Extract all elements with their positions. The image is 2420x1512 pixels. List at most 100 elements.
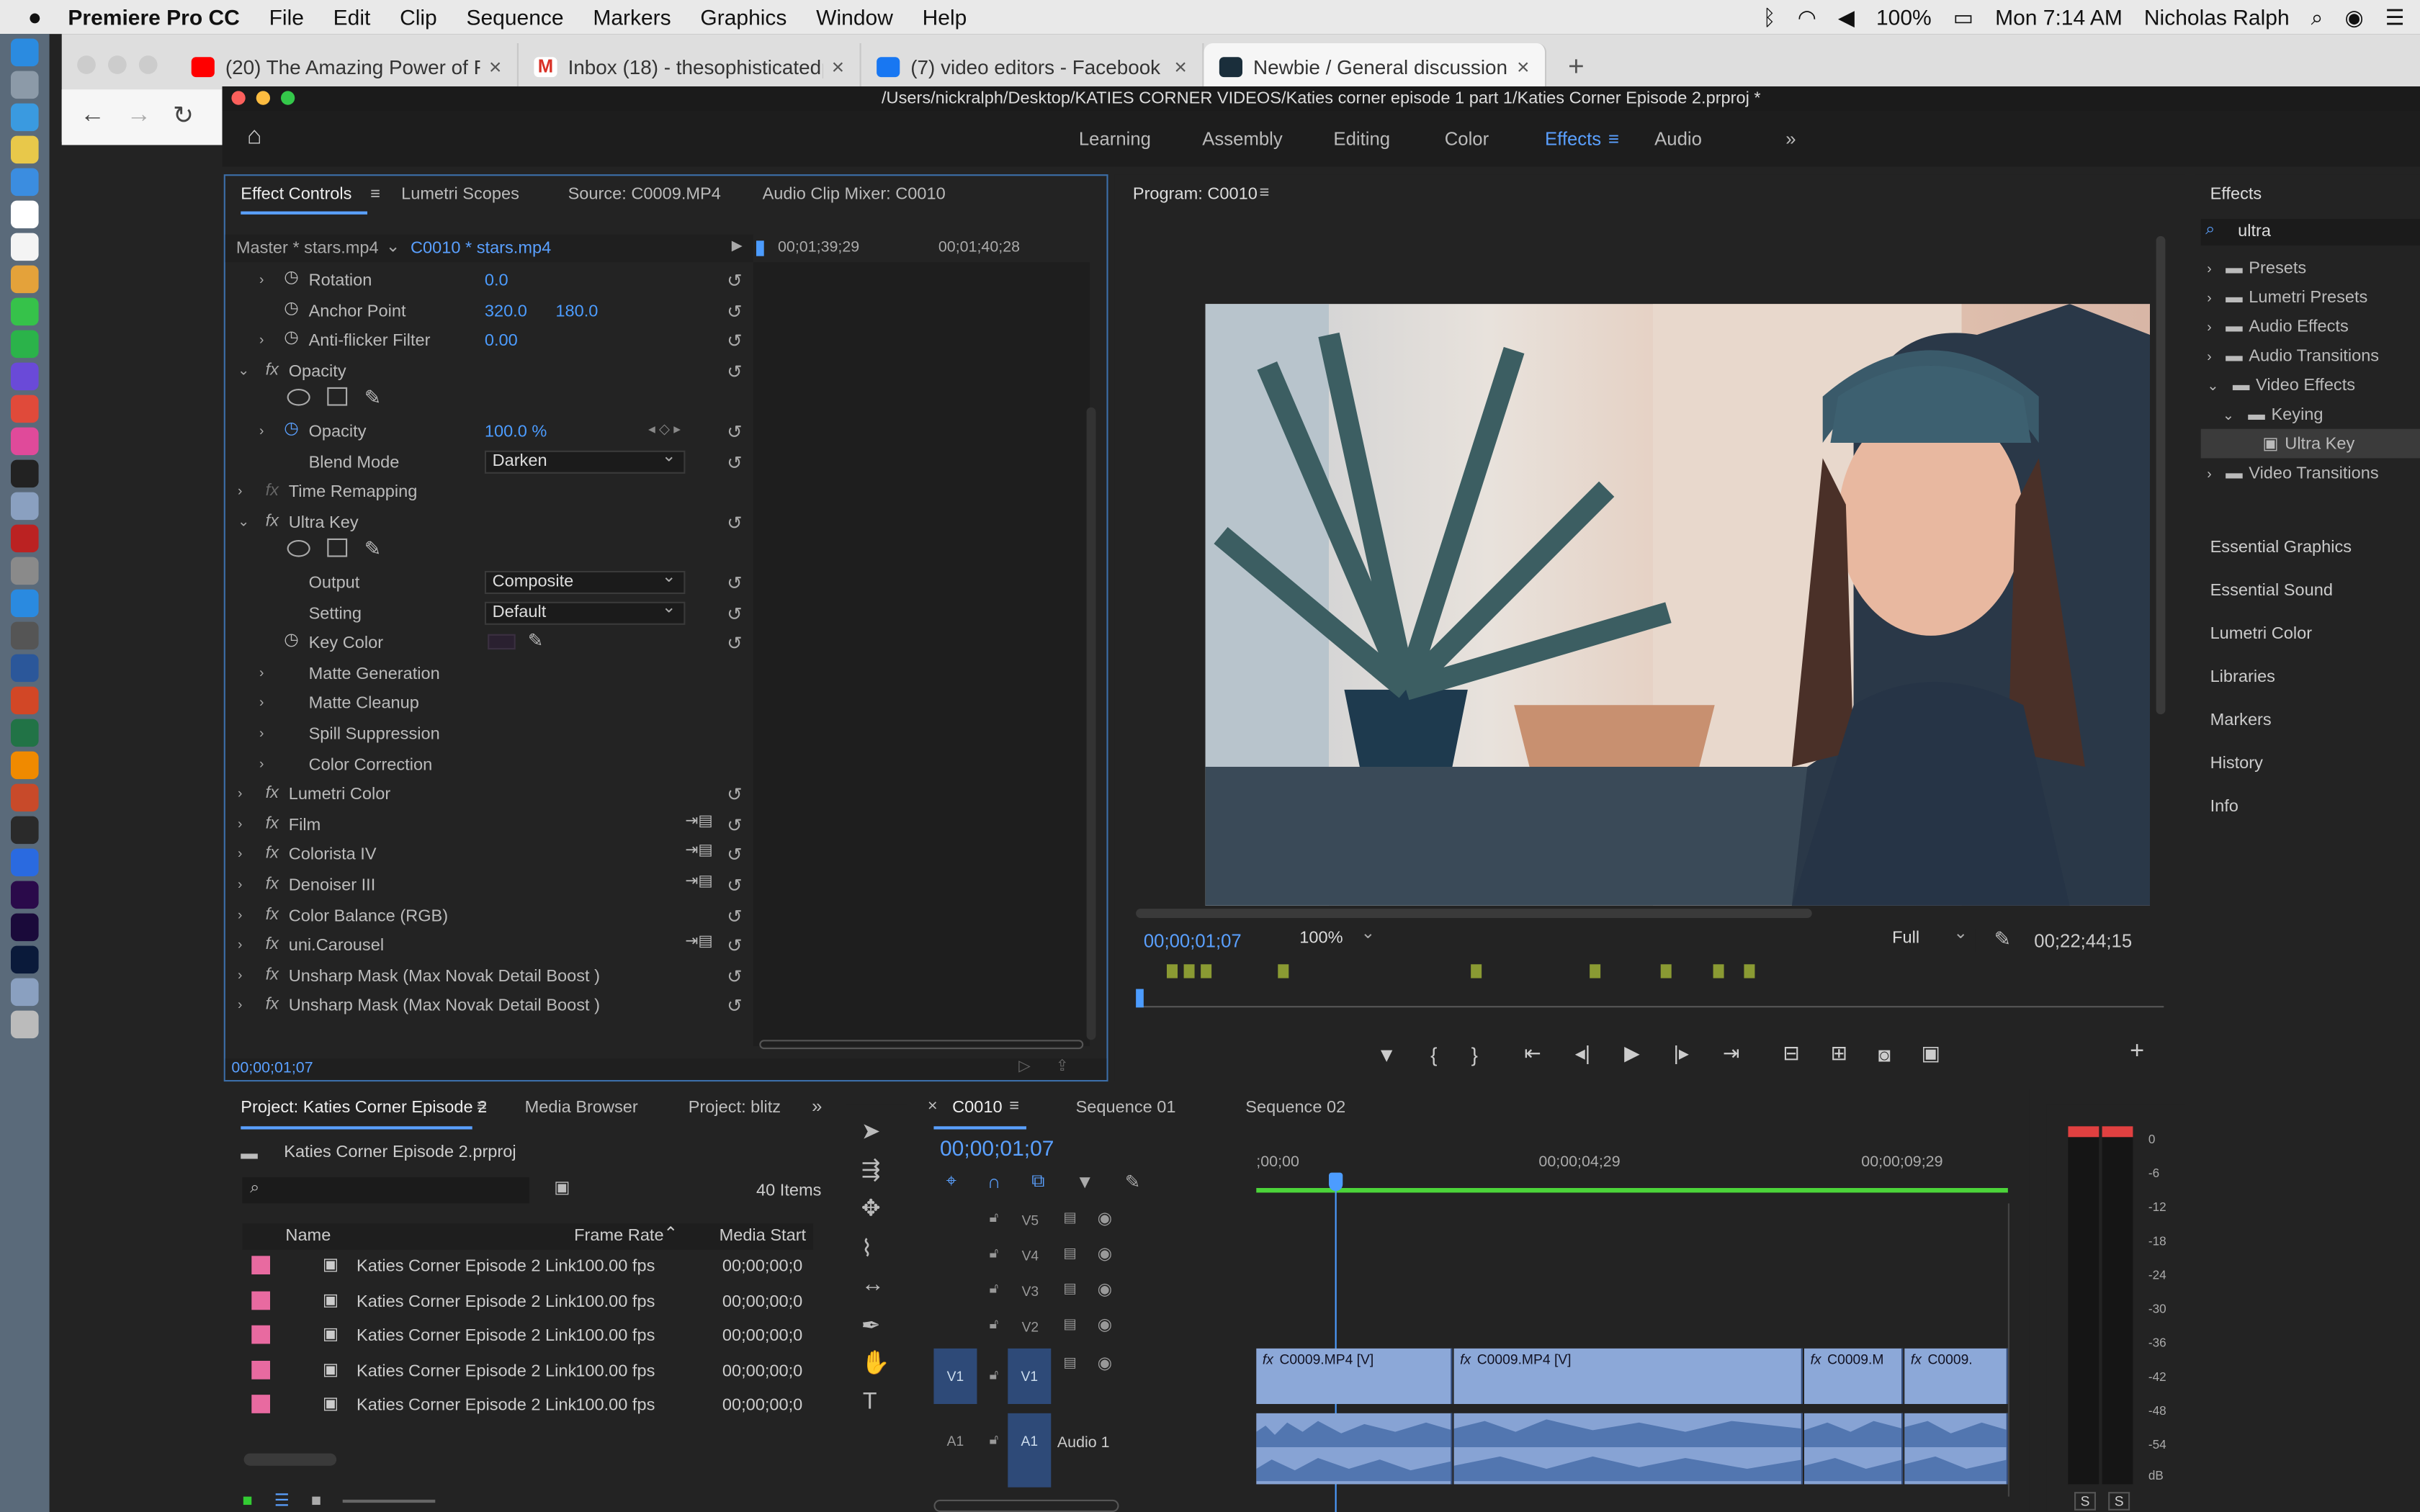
workspace-assembly[interactable]: Assembly	[1202, 128, 1282, 150]
reset-icon[interactable]: ↺	[727, 603, 743, 624]
rotation-value[interactable]: 0.0	[485, 271, 508, 290]
column-frame-rate[interactable]: Frame Rate	[574, 1227, 663, 1246]
effects-search-input[interactable]: ultra	[2238, 222, 2271, 241]
list-view-icon[interactable]: ☰	[274, 1490, 290, 1511]
fx-denoiser-row[interactable]: › fx Denoiser III ⇥▤ ↺	[225, 870, 750, 901]
preview-icon[interactable]	[11, 492, 39, 521]
fx-icon[interactable]: fx	[266, 512, 279, 531]
fx-icon[interactable]: fx	[266, 784, 279, 803]
audio-clip[interactable]	[1256, 1413, 1453, 1485]
fx-icon[interactable]: fx	[266, 845, 279, 863]
panel-history[interactable]: History	[2210, 755, 2263, 773]
ec-zoom-bar[interactable]	[759, 1040, 1084, 1050]
browser-tab[interactable]: (20) The Amazing Power of Fre ×	[176, 43, 519, 90]
setting-dropdown[interactable]: Default	[484, 598, 686, 624]
close-tab-icon[interactable]: ×	[489, 54, 502, 78]
timeline-timecode[interactable]: 00;00;01;07	[940, 1135, 1054, 1160]
bbedit-icon[interactable]	[11, 816, 39, 845]
effects-search[interactable]: ⌕ ultra	[2200, 219, 2420, 246]
menu-clip[interactable]: Clip	[400, 4, 437, 29]
tab-sequence-c0010[interactable]: C0010	[952, 1099, 1002, 1117]
downloads-icon[interactable]	[11, 978, 39, 1007]
handbrake-icon[interactable]	[11, 783, 39, 812]
reset-icon[interactable]: ↺	[727, 875, 743, 896]
add-marker-icon[interactable]: ▼	[1076, 1170, 1094, 1192]
linked-selection-icon[interactable]: ⧉	[1031, 1169, 1044, 1192]
marker[interactable]	[1278, 964, 1289, 978]
launchpad-icon[interactable]	[11, 71, 39, 99]
panel-lumetri-color[interactable]: Lumetri Color	[2210, 625, 2312, 644]
fx-color-balance-row[interactable]: › fx Color Balance (RGB) ↺	[225, 901, 750, 931]
video-clip[interactable]: fx C0009.	[1904, 1348, 2008, 1404]
clip-label[interactable]: C0010 * stars.mp4	[411, 239, 551, 258]
tab-project[interactable]: Project: Katies Corner Episode 2	[241, 1099, 487, 1117]
playhead-marker[interactable]	[756, 240, 764, 256]
lock-icon[interactable]: 🔓︎	[990, 1281, 999, 1298]
premiere-icon[interactable]	[11, 881, 39, 909]
photos-icon[interactable]	[11, 265, 39, 294]
fx-uni-carousel-row[interactable]: › fx uni.Carousel ⇥▤ ↺	[225, 931, 750, 961]
slip-tool-icon[interactable]: ↔	[861, 1272, 884, 1297]
tree-audio-transitions[interactable]: › ▬ Audio Transitions	[2207, 347, 2379, 377]
tab-effect-controls[interactable]: Effect Controls	[241, 185, 351, 204]
solo-left-button[interactable]: S	[2074, 1492, 2097, 1511]
stopwatch-icon[interactable]: ◷	[284, 267, 299, 287]
reset-icon[interactable]: ↺	[727, 935, 743, 957]
chevron-right-icon[interactable]: ›	[2207, 261, 2211, 276]
fx-icon[interactable]: fx	[266, 935, 279, 954]
anti-flicker-value[interactable]: 0.00	[485, 332, 518, 351]
more-workspaces-icon[interactable]: »	[1785, 128, 1796, 150]
close-tab-icon[interactable]: ×	[1174, 54, 1187, 78]
step-forward-icon[interactable]: |▸	[1674, 1041, 1689, 1066]
razor-tool-icon[interactable]: ⌇	[861, 1234, 873, 1261]
export-icon[interactable]: ⇪	[1056, 1058, 1069, 1076]
vlc-icon[interactable]	[11, 751, 39, 780]
play-icon[interactable]: ▶	[1624, 1041, 1639, 1066]
battery-percent[interactable]: 100%	[1876, 4, 1932, 29]
monitor-vscroll[interactable]	[2156, 235, 2166, 715]
reset-icon[interactable]: ↺	[727, 361, 743, 382]
workspace-color[interactable]: Color	[1445, 128, 1489, 150]
clip-indicator-right[interactable]	[2102, 1126, 2133, 1138]
itunes-icon[interactable]	[11, 427, 39, 456]
ripple-edit-tool-icon[interactable]: ✥	[861, 1194, 881, 1222]
icon-view-icon[interactable]: ■	[311, 1491, 321, 1510]
sync-lock-icon[interactable]: ▤	[1063, 1281, 1076, 1298]
chevron-down-icon[interactable]: ⌄	[2207, 378, 2218, 393]
anchor-y-value[interactable]: 180.0	[555, 302, 598, 320]
panel-menu-icon[interactable]: ≡	[370, 185, 380, 204]
expand-icon[interactable]: ›	[259, 755, 264, 770]
expand-icon[interactable]: ›	[259, 332, 264, 347]
pen-mask-icon[interactable]: ✎	[364, 387, 381, 411]
spill-suppression-row[interactable]: › Spill Suppression	[225, 719, 750, 750]
tab-lumetri-scopes[interactable]: Lumetri Scopes	[401, 185, 519, 204]
after-effects-icon[interactable]	[11, 913, 39, 942]
expand-icon[interactable]: ›	[238, 906, 242, 922]
project-row[interactable]: ▣ Katies Corner Episode 2 Link 100.00 fp…	[242, 1354, 813, 1387]
expand-icon[interactable]: ›	[238, 997, 242, 1012]
expand-icon[interactable]: ›	[238, 967, 242, 982]
plugin-settings-icon[interactable]: ⇥▤	[685, 873, 712, 891]
source-patch-a1[interactable]: A1	[933, 1413, 977, 1488]
program-timecode[interactable]: 00;00;01;07	[1144, 930, 1242, 952]
menu-file[interactable]: File	[269, 4, 304, 29]
zoom-dropdown[interactable]: 100%	[1293, 924, 1383, 953]
extract-icon[interactable]: ⊞	[1831, 1041, 1847, 1066]
workspace-editing[interactable]: Editing	[1333, 128, 1390, 150]
video-clip[interactable]: fx C0009.M	[1804, 1348, 1904, 1404]
mail-icon[interactable]	[11, 168, 39, 197]
label-color-swatch[interactable]	[251, 1325, 270, 1344]
audio-clip[interactable]	[1453, 1413, 1803, 1485]
source-patch-v1[interactable]: V1	[933, 1348, 977, 1404]
track-target-v1[interactable]: V1	[1008, 1348, 1052, 1404]
reload-icon[interactable]: ↻	[173, 100, 194, 131]
nest-icon[interactable]: ⌖	[946, 1169, 956, 1192]
project-row[interactable]: ▣ Katies Corner Episode 2 Link 100.00 fp…	[242, 1389, 813, 1423]
pen-tool-icon[interactable]: ✒	[861, 1311, 881, 1339]
project-row[interactable]: ▣ Katies Corner Episode 2 Link 100.00 fp…	[242, 1319, 813, 1353]
lock-icon[interactable]: 🔓︎	[990, 1316, 999, 1333]
track-target-a1[interactable]: A1	[1008, 1413, 1052, 1488]
audio-clip[interactable]	[1904, 1413, 2008, 1485]
siri-icon[interactable]: ◉	[2344, 4, 2363, 30]
hand-tool-icon[interactable]: ✋	[861, 1349, 890, 1376]
